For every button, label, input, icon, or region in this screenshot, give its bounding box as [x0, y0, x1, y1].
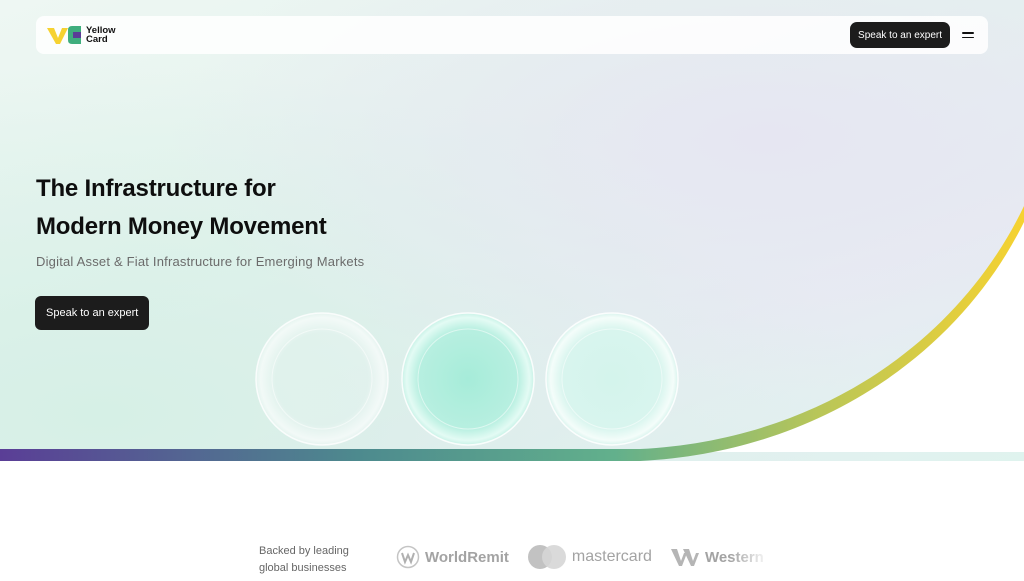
nav-actions: Speak to an expert: [850, 22, 974, 48]
brand-logo[interactable]: Yellow Card: [46, 24, 126, 46]
brand-name-line2: Card: [86, 34, 108, 45]
glass-disc-teal: [401, 312, 535, 446]
partners-intro-line1: Backed by leading: [259, 545, 349, 557]
hero-title: The Infrastructure for Modern Money Move…: [36, 170, 327, 246]
partner-name: WorldRemit: [425, 548, 509, 566]
glass-disc-clear: [255, 312, 389, 446]
hero-subtitle: Digital Asset & Fiat Infrastructure for …: [36, 254, 365, 269]
partners-intro-line2: global businesses: [259, 562, 347, 574]
worldremit-logo-icon: [396, 545, 420, 569]
partner-name: mastercard: [571, 548, 652, 565]
partner-logos: WorldRemit mastercard Western: [396, 542, 764, 572]
hero-title-line2: Modern Money Movement: [36, 213, 327, 240]
glass-disc-pale: [545, 312, 679, 446]
partner-logos-fade: [730, 540, 770, 574]
yellow-card-logo-icon: [47, 26, 81, 44]
hero-title-line1: The Infrastructure for: [36, 175, 276, 202]
partners-intro: Backed by leading global businesses: [259, 543, 349, 577]
brand-name: Yellow Card: [86, 26, 126, 45]
mastercard-logo-icon: [527, 545, 566, 569]
partner-mastercard: mastercard: [527, 544, 652, 570]
glass-discs-illustration: [255, 312, 679, 446]
partner-worldremit: WorldRemit: [396, 545, 509, 569]
hero-speak-to-expert-button[interactable]: Speak to an expert: [35, 296, 150, 330]
top-navbar: Yellow Card Speak to an expert: [36, 16, 988, 54]
western-union-logo-icon: [670, 549, 699, 566]
nav-speak-to-expert-button[interactable]: Speak to an expert: [850, 22, 950, 48]
hamburger-menu-icon[interactable]: [962, 30, 974, 40]
